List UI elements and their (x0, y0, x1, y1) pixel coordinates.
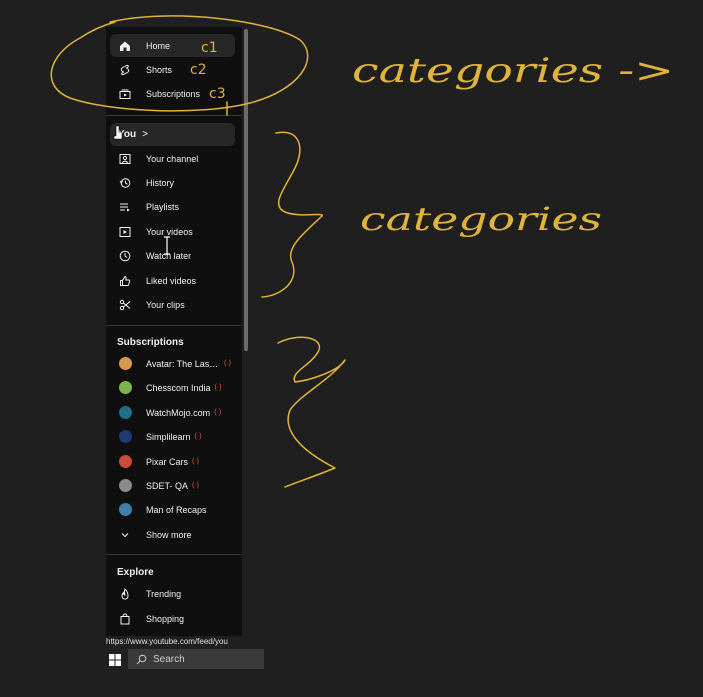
annotation-brace-2 (277, 336, 346, 488)
annotation-overlay: c1 c2 c3 categories -> categories (50, 15, 674, 488)
annotation-c-marks: c1 c2 c3 (190, 40, 226, 102)
annotation-mark-c3: c3 (209, 86, 226, 102)
cursor-hand-icon (113, 125, 123, 140)
annotation-brace-1 (261, 131, 323, 298)
annotation-mark-c1: c1 (201, 40, 218, 56)
annotation-text-1: categories -> (352, 51, 674, 91)
annotation-text-2: categories (360, 200, 602, 238)
annotation-mark-c2: c2 (190, 62, 207, 78)
annotation-oval (50, 15, 309, 112)
cursor-ibeam-icon (164, 236, 170, 255)
